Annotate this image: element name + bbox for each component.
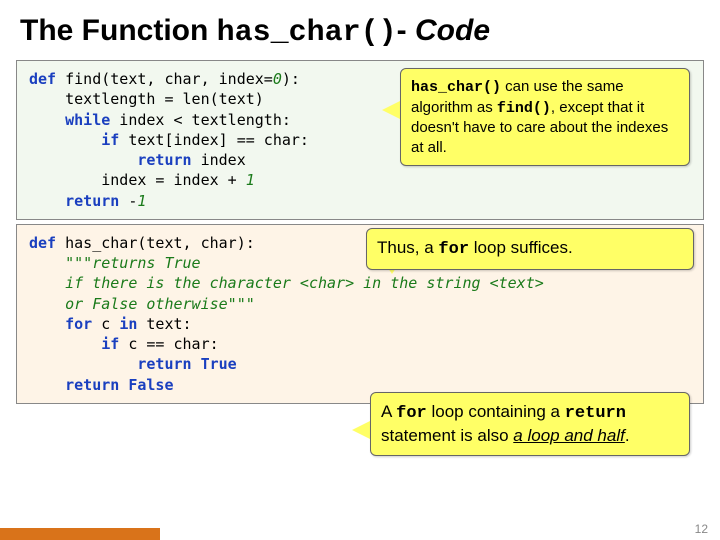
slide-title: The Function has_char()- Code <box>0 0 720 60</box>
callout-code: for <box>438 240 469 259</box>
callout-tail <box>352 420 372 440</box>
callout-code: has_char() <box>411 79 501 96</box>
callout-code: find() <box>497 100 551 117</box>
callout-loop-half: A for loop containing a return statement… <box>370 392 690 456</box>
callout-code: return <box>565 404 626 423</box>
callout-for-suffices: Thus, a for loop suffices. <box>366 228 694 270</box>
title-suffix: - <box>397 14 415 47</box>
title-ital: Code <box>415 14 490 47</box>
callout-code: for <box>396 404 427 423</box>
callout-tail <box>382 100 402 120</box>
footer-accent <box>0 528 160 540</box>
title-mono: has_char() <box>217 16 397 50</box>
page-number: 12 <box>695 522 708 536</box>
callout-algorithm: has_char() can use the same algorithm as… <box>400 68 690 166</box>
title-prefix: The Function <box>20 14 217 47</box>
